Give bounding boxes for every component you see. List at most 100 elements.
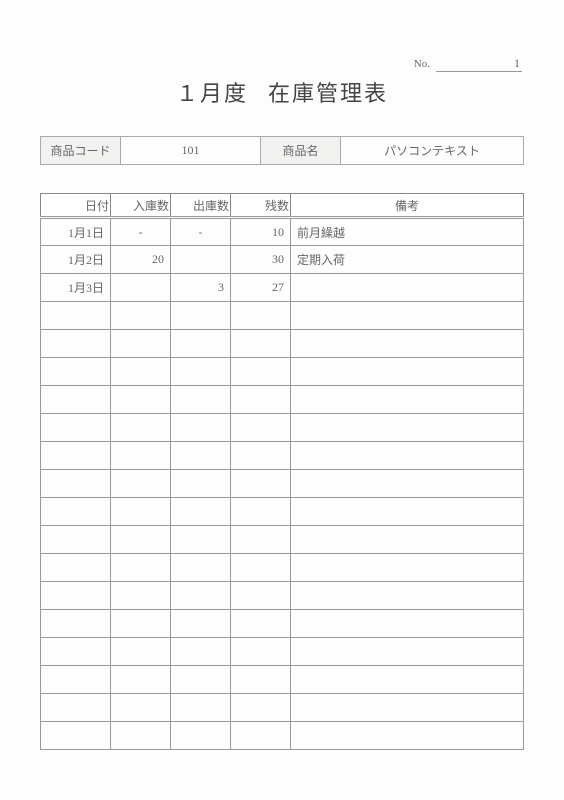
table-row: 1月2日20 30定期入荷 — [41, 246, 524, 274]
cell-remain — [231, 302, 291, 330]
table-row — [41, 526, 524, 554]
name-label: 商品名 — [261, 137, 341, 165]
col-out: 出庫数 — [171, 194, 231, 218]
cell-remain — [231, 666, 291, 694]
cell-in — [111, 666, 171, 694]
cell-out — [171, 526, 231, 554]
cell-remain — [231, 554, 291, 582]
table-row — [41, 610, 524, 638]
cell-remain — [231, 582, 291, 610]
col-remain: 残数 — [231, 194, 291, 218]
cell-in — [111, 274, 171, 302]
cell-note — [291, 470, 524, 498]
cell-date — [41, 722, 111, 750]
table-row: 1月3日327 — [41, 274, 524, 302]
product-info-table: 商品コード 101 商品名 パソコンテキスト — [40, 136, 524, 165]
cell-date — [41, 442, 111, 470]
cell-note — [291, 302, 524, 330]
cell-out: - — [171, 218, 231, 246]
cell-in — [111, 414, 171, 442]
cell-out — [171, 386, 231, 414]
cell-out — [171, 414, 231, 442]
cell-remain — [231, 330, 291, 358]
table-row: 1月1日--10前月繰越 — [41, 218, 524, 246]
cell-note — [291, 358, 524, 386]
cell-note — [291, 330, 524, 358]
ledger-header-row: 日付 入庫数 出庫数 残数 備考 — [41, 194, 524, 218]
cell-out — [171, 554, 231, 582]
cell-note — [291, 442, 524, 470]
title-month: １月度 — [176, 81, 248, 106]
cell-note: 前月繰越 — [291, 218, 524, 246]
table-row — [41, 442, 524, 470]
cell-out — [171, 638, 231, 666]
cell-remain — [231, 526, 291, 554]
cell-in — [111, 386, 171, 414]
cell-note — [291, 638, 524, 666]
cell-out — [171, 442, 231, 470]
cell-date — [41, 414, 111, 442]
cell-in: 20 — [111, 246, 171, 274]
cell-in — [111, 638, 171, 666]
cell-in — [111, 330, 171, 358]
cell-remain — [231, 498, 291, 526]
cell-out — [171, 694, 231, 722]
cell-note — [291, 722, 524, 750]
cell-note: 定期入荷 — [291, 246, 524, 274]
cell-date — [41, 358, 111, 386]
cell-date — [41, 330, 111, 358]
cell-remain — [231, 610, 291, 638]
cell-out — [171, 498, 231, 526]
table-row — [41, 666, 524, 694]
cell-date: 1月1日 — [41, 218, 111, 246]
col-date: 日付 — [41, 194, 111, 218]
cell-out — [171, 582, 231, 610]
cell-in — [111, 302, 171, 330]
cell-date — [41, 610, 111, 638]
cell-out — [171, 610, 231, 638]
cell-date — [41, 666, 111, 694]
no-value: 1 — [436, 56, 522, 72]
cell-out — [171, 330, 231, 358]
table-row — [41, 330, 524, 358]
cell-date — [41, 554, 111, 582]
cell-date — [41, 582, 111, 610]
cell-note — [291, 414, 524, 442]
table-row — [41, 414, 524, 442]
cell-in — [111, 526, 171, 554]
cell-date: 1月2日 — [41, 246, 111, 274]
cell-note — [291, 386, 524, 414]
cell-out: 3 — [171, 274, 231, 302]
cell-in — [111, 358, 171, 386]
cell-note — [291, 498, 524, 526]
cell-remain: 30 — [231, 246, 291, 274]
no-label: No. — [414, 58, 430, 70]
col-note: 備考 — [291, 194, 524, 218]
cell-remain — [231, 470, 291, 498]
cell-date — [41, 302, 111, 330]
cell-out — [171, 722, 231, 750]
table-row — [41, 470, 524, 498]
col-in: 入庫数 — [111, 194, 171, 218]
cell-out — [171, 246, 231, 274]
cell-remain — [231, 694, 291, 722]
cell-in — [111, 722, 171, 750]
cell-remain: 27 — [231, 274, 291, 302]
table-row — [41, 722, 524, 750]
table-row — [41, 358, 524, 386]
table-row — [41, 302, 524, 330]
cell-remain — [231, 442, 291, 470]
cell-in — [111, 554, 171, 582]
code-value: 101 — [121, 137, 261, 165]
document-number: No. 1 — [414, 56, 522, 72]
ledger-table: 日付 入庫数 出庫数 残数 備考 1月1日--10前月繰越1月2日2030定期入… — [40, 193, 524, 750]
cell-date — [41, 386, 111, 414]
cell-note — [291, 582, 524, 610]
cell-remain — [231, 722, 291, 750]
cell-in — [111, 610, 171, 638]
cell-date — [41, 526, 111, 554]
cell-date — [41, 694, 111, 722]
cell-date — [41, 498, 111, 526]
cell-date — [41, 470, 111, 498]
table-row — [41, 386, 524, 414]
